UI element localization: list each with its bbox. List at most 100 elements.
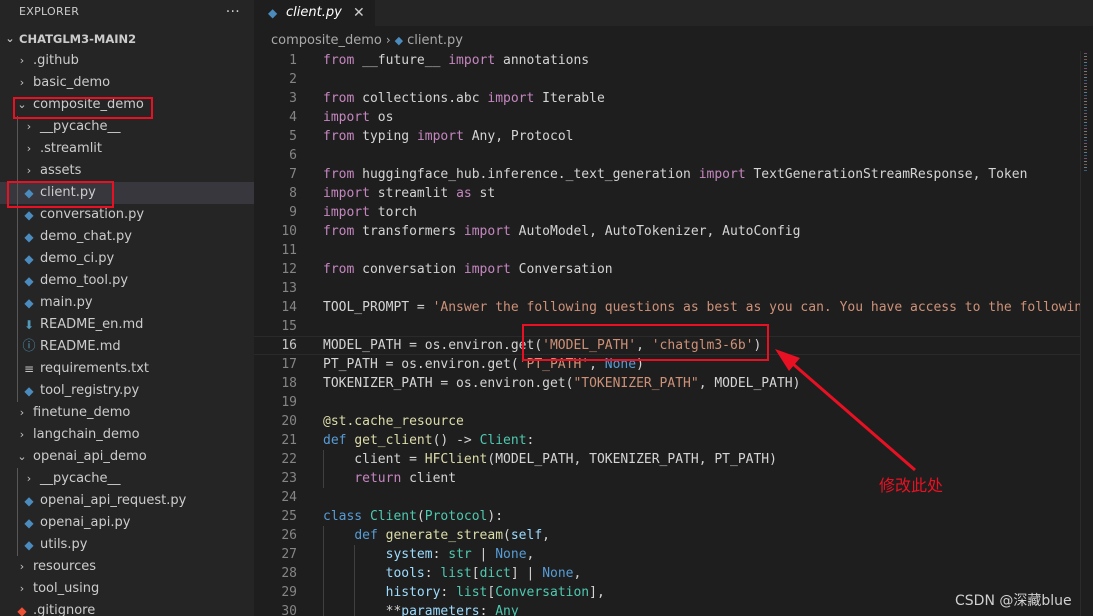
code-token: import	[487, 91, 535, 106]
code-line[interactable]: 19	[254, 393, 1080, 412]
code-token: (	[503, 528, 511, 543]
code-line[interactable]: 14 TOOL_PROMPT = 'Answer the following qu…	[254, 298, 1080, 317]
project-root[interactable]: ⌄ CHATGLM3-MAIN2	[0, 28, 254, 50]
chevron-right-icon: ›	[19, 76, 25, 89]
file-item[interactable]: ◆ .gitignore	[0, 600, 254, 616]
folder-item[interactable]: › finetune_demo	[0, 402, 254, 424]
breadcrumb-file[interactable]: client.py	[407, 33, 463, 48]
more-actions-icon[interactable]: ···	[226, 0, 240, 24]
folder-item[interactable]: › tool_using	[0, 578, 254, 600]
code-line[interactable]: 9 import torch	[254, 203, 1080, 222]
code-line[interactable]: 7 from huggingface_hub.inference._text_ge…	[254, 165, 1080, 184]
code-text: TOOL_PROMPT = 'Answer the following ques…	[323, 298, 1080, 317]
minimap-line	[1084, 149, 1087, 150]
file-item[interactable]: ≡ requirements.txt	[0, 358, 254, 380]
folder-item[interactable]: › assets	[0, 160, 254, 182]
file-item[interactable]: ◆ demo_tool.py	[0, 270, 254, 292]
chevron-right-icon: ›	[26, 120, 32, 133]
file-item[interactable]: ⓘ README.md	[0, 336, 254, 358]
code-line[interactable]: 27 system: str | None,	[254, 545, 1080, 564]
tree-item-label: openai_api_request.py	[40, 493, 187, 508]
code-line[interactable]: 6	[254, 146, 1080, 165]
folder-item[interactable]: ⌄ openai_api_demo	[0, 446, 254, 468]
code-line[interactable]: 11	[254, 241, 1080, 260]
line-number: 23	[281, 471, 297, 486]
file-item[interactable]: ◆ conversation.py	[0, 204, 254, 226]
code-line[interactable]: 17 PT_PATH = os.environ.get('PT_PATH', No…	[254, 355, 1080, 374]
file-item[interactable]: ◆ openai_api.py	[0, 512, 254, 534]
minimap[interactable]	[1080, 51, 1093, 616]
code-text: from __future__ import annotations	[323, 51, 589, 70]
file-item[interactable]: ◆ client.py	[0, 182, 254, 204]
indent-guide	[17, 138, 18, 160]
code-editor[interactable]: 1 from __future__ import annotations 2 3 fro…	[254, 51, 1080, 616]
code-line[interactable]: 3 from collections.abc import Iterable	[254, 89, 1080, 108]
tree-item-label: assets	[40, 163, 82, 178]
folder-item[interactable]: › __pycache__	[0, 116, 254, 138]
code-token: )	[636, 357, 644, 372]
code-line[interactable]: 22 client = HFClient(MODEL_PATH, TOKENIZ…	[254, 450, 1080, 469]
code-line[interactable]: 15	[254, 317, 1080, 336]
code-line[interactable]: 23 return client	[254, 469, 1080, 488]
code-line[interactable]: 24	[254, 488, 1080, 507]
indent-guide	[17, 270, 18, 292]
file-item[interactable]: ⬇ README_en.md	[0, 314, 254, 336]
code-token: () ->	[432, 433, 480, 448]
chevron-right-icon: ›	[19, 406, 25, 419]
code-text: from collections.abc import Iterable	[323, 89, 605, 108]
code-token: )	[753, 338, 762, 353]
code-token: str	[448, 547, 472, 562]
code-line[interactable]: 18 TOKENIZER_PATH = os.environ.get("TOKEN…	[254, 374, 1080, 393]
code-line[interactable]: 1 from __future__ import annotations	[254, 51, 1080, 70]
folder-item[interactable]: › __pycache__	[0, 468, 254, 490]
tree-item-label: .github	[33, 53, 79, 68]
code-line[interactable]: 28 tools: list[dict] | None,	[254, 564, 1080, 583]
code-line[interactable]: 25 class Client(Protocol):	[254, 507, 1080, 526]
file-item[interactable]: ◆ demo_chat.py	[0, 226, 254, 248]
file-item[interactable]: ◆ demo_ci.py	[0, 248, 254, 270]
code-line[interactable]: 13	[254, 279, 1080, 298]
code-token: huggingface_hub.inference._text_generati…	[354, 167, 699, 182]
breadcrumb-folder[interactable]: composite_demo	[271, 33, 382, 48]
folder-item[interactable]: › resources	[0, 556, 254, 578]
file-item[interactable]: ◆ tool_registry.py	[0, 380, 254, 402]
code-line[interactable]: 16 MODEL_PATH = os.environ.get('MODEL_PAT…	[254, 336, 1080, 355]
code-line[interactable]: 5 from typing import Any, Protocol	[254, 127, 1080, 146]
code-line[interactable]: 21 def get_client() -> Client:	[254, 431, 1080, 450]
code-token: :	[479, 604, 496, 616]
file-item[interactable]: ◆ openai_api_request.py	[0, 490, 254, 512]
folder-item[interactable]: › basic_demo	[0, 72, 254, 94]
folder-item[interactable]: › .github	[0, 50, 254, 72]
code-line[interactable]: 20 @st.cache_resource	[254, 412, 1080, 431]
code-token: :	[440, 585, 457, 600]
explorer-header: EXPLORER ···	[0, 0, 254, 24]
line-number: 7	[289, 167, 297, 182]
code-line[interactable]: 26 def generate_stream(self,	[254, 526, 1080, 545]
code-line[interactable]: 4 import os	[254, 108, 1080, 127]
code-token: :	[526, 433, 535, 448]
code-token: from	[323, 224, 355, 239]
code-line[interactable]: 10 from transformers import AutoModel, Au…	[254, 222, 1080, 241]
minimap-line	[1084, 86, 1087, 87]
minimap-line	[1084, 77, 1087, 78]
file-item[interactable]: ◆ utils.py	[0, 534, 254, 556]
line-number: 15	[281, 319, 297, 334]
line-number: 19	[281, 395, 297, 410]
folder-item[interactable]: › langchain_demo	[0, 424, 254, 446]
tab-label: client.py	[286, 5, 342, 20]
close-icon[interactable]: ✕	[353, 0, 365, 26]
tree-item-label: .gitignore	[33, 603, 96, 616]
code-token: Any	[495, 604, 519, 616]
code-line[interactable]: 8 import streamlit as st	[254, 184, 1080, 203]
tab-client-py[interactable]: ◆ client.py ✕	[254, 0, 375, 26]
folder-item[interactable]: ⌄ composite_demo	[0, 94, 254, 116]
code-line[interactable]: 2	[254, 70, 1080, 89]
minimap-line	[1084, 137, 1087, 138]
code-token: list	[440, 566, 472, 581]
code-line[interactable]: 12 from conversation import Conversation	[254, 260, 1080, 279]
line-number: 2	[289, 72, 297, 87]
folder-item[interactable]: › .streamlit	[0, 138, 254, 160]
indent-guide	[17, 512, 18, 534]
code-token: def	[323, 433, 347, 448]
file-item[interactable]: ◆ main.py	[0, 292, 254, 314]
